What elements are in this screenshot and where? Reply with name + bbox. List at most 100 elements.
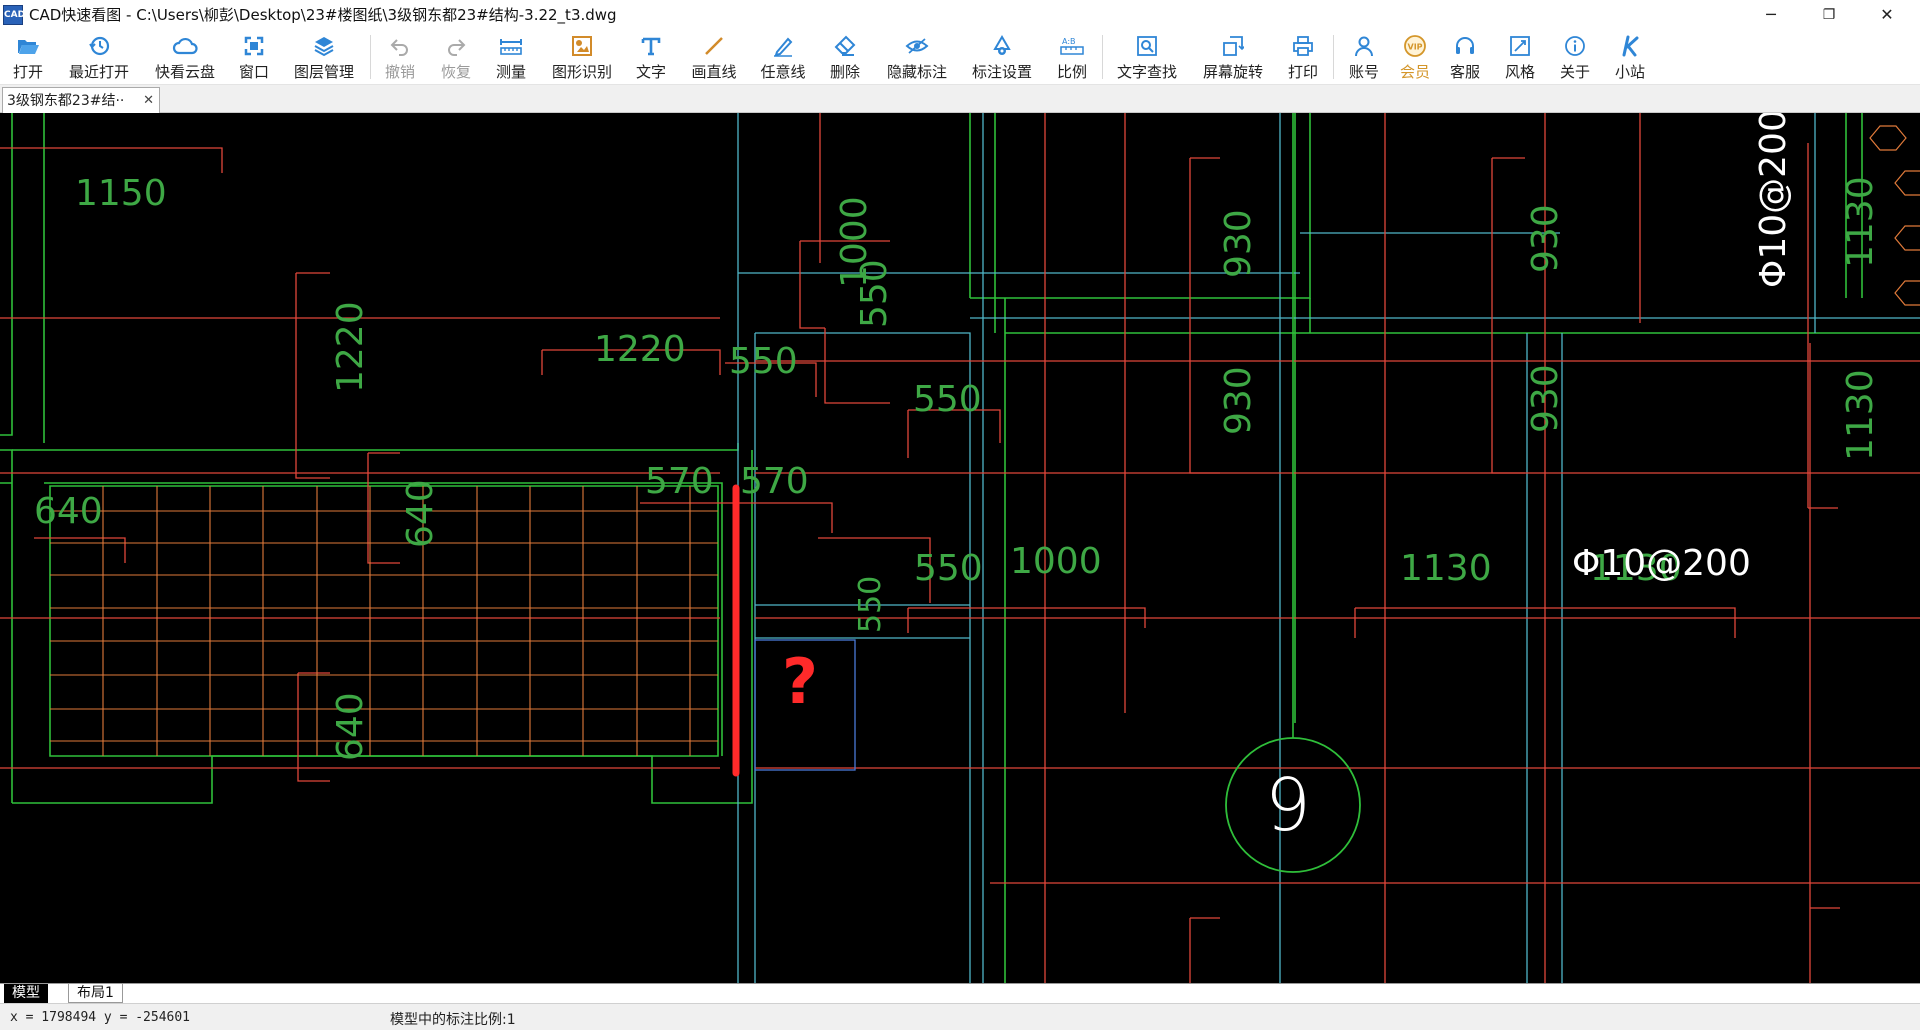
stair-grid <box>50 486 718 756</box>
dim-text: 930 <box>1218 366 1259 435</box>
line-icon <box>701 33 727 59</box>
tab-model[interactable]: 模型 <box>4 984 48 1003</box>
toolbar-separator <box>1102 35 1103 79</box>
dim-text: 640 <box>34 491 103 532</box>
dim-text: 1220 <box>330 301 371 393</box>
tab-layout1[interactable]: 布局1 <box>68 984 123 1003</box>
dim-text: 1130 <box>1840 176 1881 268</box>
dim-text: 1150 <box>75 173 167 214</box>
text-search-button[interactable]: 文字查找 <box>1112 31 1182 83</box>
restore-button[interactable]: ❐ <box>1800 0 1858 29</box>
svg-text:VIP: VIP <box>1408 43 1423 52</box>
cloud-disk-button[interactable]: 快看云盘 <box>150 31 220 83</box>
info-icon <box>1562 33 1588 59</box>
about-button[interactable]: 关于 <box>1555 31 1595 83</box>
dim-text: 930 <box>1525 364 1566 433</box>
recent-open-button[interactable]: 最近打开 <box>64 31 134 83</box>
document-tab-label: 3级钢东都23#结·· <box>7 92 125 109</box>
question-mark-annotation: ? <box>782 645 818 718</box>
dim-text: 640 <box>400 479 441 548</box>
text-icon <box>638 33 664 59</box>
document-tab[interactable]: 3级钢东都23#结·· ✕ <box>2 87 160 113</box>
close-tab-icon[interactable]: ✕ <box>143 89 154 113</box>
layers-icon <box>311 33 337 59</box>
minimize-button[interactable]: ─ <box>1742 0 1800 29</box>
annotation-settings-icon <box>989 33 1015 59</box>
customer-service-button[interactable]: 客服 <box>1445 31 1485 83</box>
annotation-scale-status: 模型中的标注比例:1 <box>390 1012 516 1028</box>
measure-button[interactable]: 测量 <box>491 31 531 83</box>
cloud-icon <box>172 33 198 59</box>
cursor-coordinates: x = 1798494 y = -254601 <box>10 1010 191 1025</box>
freehand-line-button[interactable]: 任意线 <box>757 31 809 83</box>
delete-button[interactable]: 删除 <box>825 31 865 83</box>
undo-icon <box>387 33 413 59</box>
dim-text: 570 <box>740 461 809 502</box>
toolbar-separator <box>1333 35 1334 79</box>
shape-recognition-button[interactable]: 图形识别 <box>547 31 617 83</box>
dim-text: 570 <box>645 461 714 502</box>
close-window-button[interactable]: ✕ <box>1858 0 1916 29</box>
dim-text: 1220 <box>594 329 686 370</box>
print-button[interactable]: 打印 <box>1283 31 1323 83</box>
dim-text: 550 <box>729 341 798 382</box>
eraser-icon <box>832 33 858 59</box>
user-icon <box>1351 33 1377 59</box>
eye-icon <box>904 33 930 59</box>
text-button[interactable]: 文字 <box>631 31 671 83</box>
folder-open-icon <box>15 33 41 59</box>
drawing-canvas[interactable]: 1150 1220 1220 550 550 550 550 570 570 6… <box>0 113 1920 983</box>
window-icon <box>241 33 267 59</box>
layer-manager-button[interactable]: 图层管理 <box>289 31 359 83</box>
redo-button[interactable]: 恢复 <box>436 31 476 83</box>
hide-annotation-button[interactable]: 隐藏标注 <box>882 31 952 83</box>
dim-text: 1130 <box>1840 369 1881 461</box>
style-icon <box>1507 33 1533 59</box>
scale-button[interactable]: A:B 比例 <box>1052 31 1092 83</box>
vip-membership-button[interactable]: VIP 会员 <box>1395 31 1435 83</box>
headset-icon <box>1452 33 1478 59</box>
dim-text: 930 <box>1218 209 1259 278</box>
cad-viewer-window: CAD CAD快速看图 - C:\Users\柳彭\Desktop\23#楼图纸… <box>0 0 1920 1030</box>
status-bar: x = 1798494 y = -254601 模型中的标注比例:1 <box>0 1003 1920 1030</box>
dim-text: 1000 <box>834 196 875 288</box>
main-toolbar: 打开 最近打开 快看云盘 窗口 图层管理 撤销 恢复 测量 图形识别 文字 画直… <box>0 29 1920 85</box>
draw-line-button[interactable]: 画直线 <box>688 31 740 83</box>
annotation-settings-button[interactable]: 标注设置 <box>967 31 1037 83</box>
svg-text:A:B: A:B <box>1062 37 1076 46</box>
open-button[interactable]: 打开 <box>8 31 48 83</box>
cad-drawing: 1150 1220 1220 550 550 550 550 570 570 6… <box>0 113 1920 983</box>
redo-icon <box>443 33 469 59</box>
printer-icon <box>1290 33 1316 59</box>
rebar-text: Φ10@200 <box>1572 543 1751 584</box>
axis-number: 9 <box>1265 763 1311 847</box>
layout-tab-bar: 模型 布局1 <box>0 983 1920 1003</box>
vip-icon: VIP <box>1402 33 1428 59</box>
dim-text: 1000 <box>1010 541 1102 582</box>
mini-site-button[interactable]: 小站 <box>1610 31 1650 83</box>
window-button[interactable]: 窗口 <box>234 31 274 83</box>
toolbar-separator <box>370 35 371 79</box>
rebar-labels: Φ10@200 Φ10@200 <box>1572 113 1794 584</box>
dim-text: 550 <box>914 548 983 589</box>
dim-text: 640 <box>330 692 371 761</box>
undo-button[interactable]: 撤销 <box>380 31 420 83</box>
dim-text: 550 <box>913 379 982 420</box>
dim-text: 1130 <box>1400 548 1492 589</box>
app-logo-icon: CAD <box>3 4 25 25</box>
k-logo-icon <box>1617 33 1643 59</box>
account-button[interactable]: 账号 <box>1344 31 1384 83</box>
pen-icon <box>770 33 796 59</box>
dim-text: 550 <box>853 576 888 633</box>
title-bar: CAD CAD快速看图 - C:\Users\柳彭\Desktop\23#楼图纸… <box>0 0 1920 29</box>
shape-recognize-icon <box>569 33 595 59</box>
recent-clock-icon <box>86 33 112 59</box>
rotate-screen-button[interactable]: 屏幕旋转 <box>1198 31 1268 83</box>
ruler-icon <box>498 33 524 59</box>
scale-icon: A:B <box>1059 33 1085 59</box>
style-button[interactable]: 风格 <box>1500 31 1540 83</box>
document-tab-bar: 3级钢东都23#结·· ✕ <box>0 85 1920 113</box>
window-title: CAD快速看图 - C:\Users\柳彭\Desktop\23#楼图纸\3级钢… <box>29 6 617 24</box>
text-search-icon <box>1134 33 1160 59</box>
rotate-screen-icon <box>1220 33 1246 59</box>
